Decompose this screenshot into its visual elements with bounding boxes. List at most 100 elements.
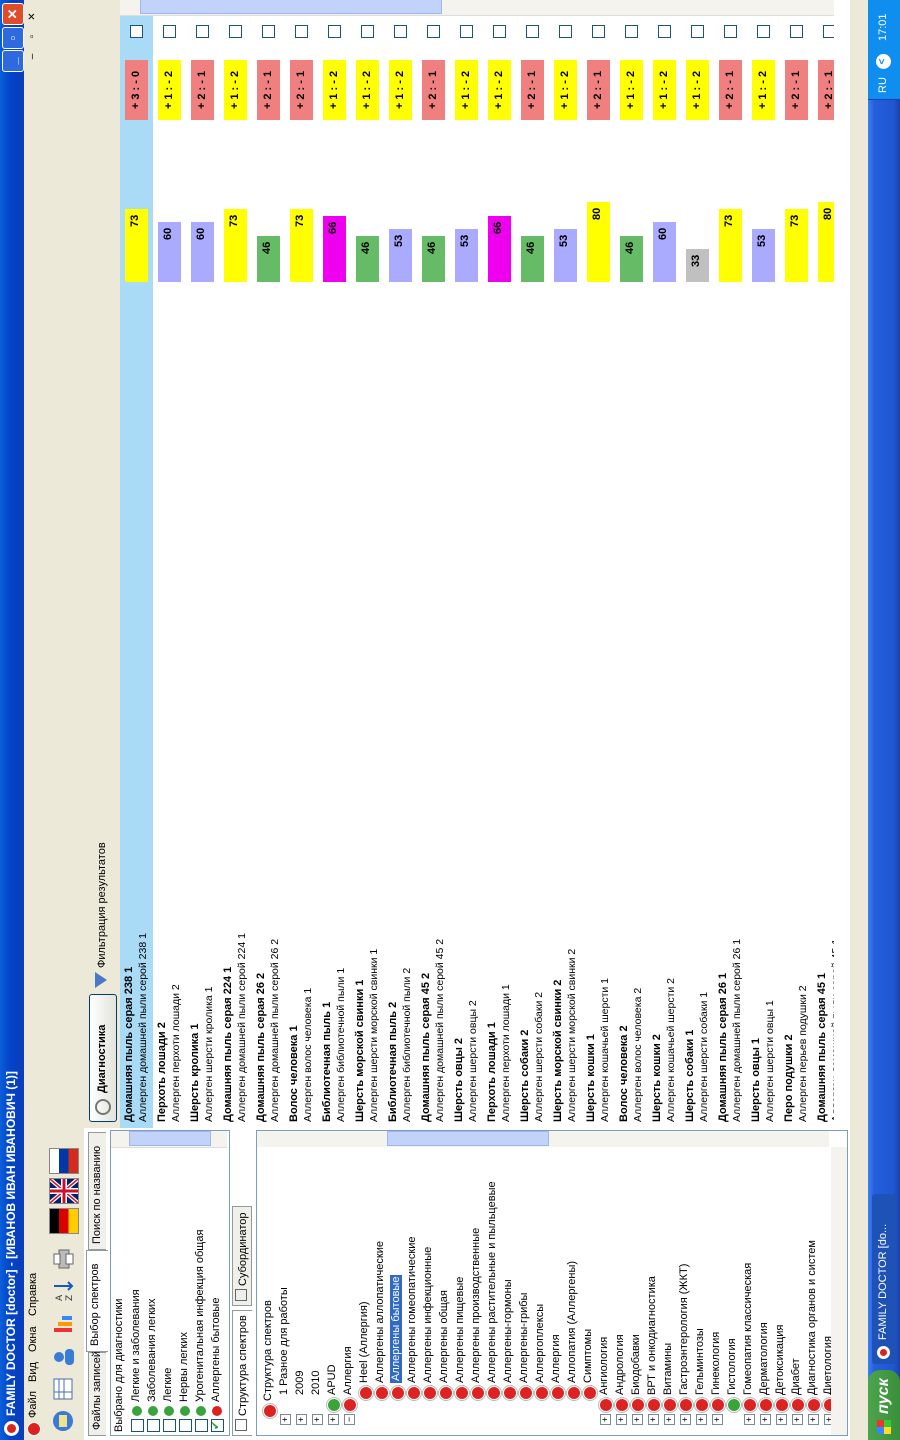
selected-item[interactable]: Легкие — [161, 1222, 177, 1432]
language-indicator[interactable]: RU — [877, 77, 889, 93]
scrollbar-thumb[interactable] — [387, 1131, 549, 1146]
checkbox[interactable] — [195, 1419, 208, 1432]
tree-horizontal-scrollbar[interactable] — [831, 1147, 847, 1435]
result-row[interactable]: Шерсть кошки 1 Аллерген кошачьей шерсти 1… — [582, 16, 616, 1128]
expand-toggle-icon[interactable]: + — [680, 1414, 691, 1425]
result-row[interactable]: Шерсть морской свинки 2 Аллерген шерсти м… — [549, 16, 583, 1128]
result-row[interactable]: Шерсть овцы 2 Аллерген шерсти овцы 2 53 + 1… — [450, 16, 484, 1128]
row-checkbox[interactable] — [361, 25, 374, 38]
result-row[interactable]: Домашняя пыль серая 45 1 Аллерген домашне… — [813, 16, 834, 1128]
close-button[interactable]: ✕ — [2, 3, 24, 25]
tab-record-files[interactable]: Файлы записей — [88, 1351, 106, 1436]
selected-item[interactable]: Заболевания легких — [145, 1222, 161, 1432]
row-checkbox[interactable] — [229, 25, 242, 38]
result-row[interactable]: Библиотечная пыль 2 Аллерген библиотечной… — [384, 16, 418, 1128]
row-checkbox[interactable] — [163, 25, 176, 38]
row-checkbox[interactable] — [559, 25, 572, 38]
mdi-child-icon[interactable] — [27, 1422, 41, 1436]
diagnostics-button[interactable]: Диагностика — [89, 994, 117, 1122]
expand-toggle-icon[interactable]: + — [776, 1414, 787, 1425]
result-row[interactable]: Шерсть овцы 1 Аллерген шерсти овцы 1 53 + 1… — [747, 16, 781, 1128]
row-checkbox[interactable] — [823, 25, 834, 38]
table-view-icon[interactable] — [50, 1376, 76, 1402]
result-row[interactable]: Домашняя пыль серая 26 1 Аллерген домашне… — [714, 16, 748, 1128]
expand-toggle-icon[interactable]: + — [664, 1414, 675, 1425]
expand-toggle-icon[interactable]: + — [808, 1414, 819, 1425]
checkbox[interactable] — [163, 1419, 176, 1432]
chart-icon[interactable] — [50, 1310, 76, 1336]
selected-item[interactable]: Легкие и заболевания — [129, 1222, 145, 1432]
row-checkbox[interactable] — [691, 25, 704, 38]
row-checkbox[interactable] — [526, 25, 539, 38]
result-row[interactable]: Домашняя пыль серая 224 1 Аллерген домашн… — [219, 16, 253, 1128]
menu-file[interactable]: Файл — [27, 1391, 39, 1418]
scrollbar-thumb[interactable] — [140, 0, 442, 14]
user-profile-icon[interactable] — [50, 1344, 76, 1370]
tab-spectrum-selection[interactable]: Выбор спектров — [86, 1250, 108, 1352]
row-checkbox[interactable] — [592, 25, 605, 38]
expand-toggle-icon[interactable]: − — [344, 1414, 355, 1425]
tray-expand-icon[interactable]: < — [876, 54, 891, 69]
expand-toggle-icon[interactable]: + — [296, 1414, 307, 1425]
expand-toggle-icon[interactable]: + — [280, 1414, 291, 1425]
result-row[interactable]: Домашняя пыль серая 238 1 Аллерген домашн… — [120, 16, 154, 1128]
row-checkbox[interactable] — [757, 25, 770, 38]
menu-view[interactable]: Вид — [27, 1362, 39, 1382]
patient-files-icon[interactable] — [50, 1408, 76, 1434]
expand-toggle-icon[interactable]: + — [648, 1414, 659, 1425]
checkbox[interactable] — [179, 1419, 192, 1432]
row-checkbox[interactable] — [262, 25, 275, 38]
result-row[interactable]: Шерсть собаки 1 Аллерген шерсти собаки 1 3… — [681, 16, 715, 1128]
selected-list-scrollbar[interactable] — [111, 1131, 227, 1148]
row-checkbox[interactable] — [724, 25, 737, 38]
row-checkbox[interactable] — [493, 25, 506, 38]
row-checkbox[interactable] — [394, 25, 407, 38]
result-row[interactable]: Перхоть лошади 2 Аллерген перхоти лошади … — [153, 16, 187, 1128]
result-row[interactable]: Волос человека 2 Аллерген волос человека … — [615, 16, 649, 1128]
uk-flag-icon[interactable] — [48, 1177, 80, 1205]
result-row[interactable]: Библиотечная пыль 1 Аллерген библиотечной… — [318, 16, 352, 1128]
expand-toggle-icon[interactable]: + — [616, 1414, 627, 1425]
selected-item[interactable]: Урогенитальная инфекция общая — [193, 1222, 209, 1432]
expand-toggle-icon[interactable]: + — [632, 1414, 643, 1425]
row-checkbox[interactable] — [130, 25, 143, 38]
tab-search-by-name[interactable]: Поиск по названию — [88, 1132, 106, 1250]
result-row[interactable]: Домашняя пыль серая 45 2 Аллерген домашне… — [417, 16, 451, 1128]
result-row[interactable]: Шерсть кошки 2 Аллерген кошачьей шерсти 2… — [648, 16, 682, 1128]
row-checkbox[interactable] — [196, 25, 209, 38]
selected-item[interactable]: Аллергены бытовые — [209, 1222, 225, 1432]
result-row[interactable]: Домашняя пыль серая 26 2 Аллерген домашне… — [252, 16, 286, 1128]
start-button[interactable]: пуск — [868, 1370, 900, 1440]
expand-toggle-icon[interactable]: + — [328, 1414, 339, 1425]
result-row[interactable]: Шерсть кролика 1 Аллерген шерсти кролика … — [186, 16, 220, 1128]
selected-item[interactable]: Нервы легких — [177, 1222, 193, 1432]
row-checkbox[interactable] — [790, 25, 803, 38]
expand-toggle-icon[interactable]: + — [600, 1414, 611, 1425]
tab-subordinator[interactable]: Субординатор — [232, 1206, 252, 1306]
row-checkbox[interactable] — [295, 25, 308, 38]
row-checkbox[interactable] — [328, 25, 341, 38]
checkbox[interactable] — [147, 1419, 160, 1432]
expand-toggle-icon[interactable]: + — [312, 1414, 323, 1425]
sort-icon[interactable]: AZ — [50, 1278, 76, 1304]
result-row[interactable]: Перхоть лошади 1 Аллерген перхоти лошади … — [483, 16, 517, 1128]
result-row[interactable]: Перо подушки 2 Аллерген перьев подушки 2 7… — [780, 16, 814, 1128]
tab-spectrum-structure[interactable]: Структура спектров — [232, 1310, 252, 1436]
mdi-close-button[interactable]: ✕ — [26, 9, 41, 24]
german-flag-icon[interactable] — [49, 1208, 79, 1234]
row-checkbox[interactable] — [427, 25, 440, 38]
taskbar-app-button[interactable]: FAMILY DOCTOR [do... — [872, 1194, 896, 1364]
expand-toggle-icon[interactable]: + — [792, 1414, 803, 1425]
checkbox[interactable] — [211, 1419, 224, 1432]
scrollbar-thumb[interactable] — [129, 1131, 211, 1146]
expand-toggle-icon[interactable]: + — [760, 1414, 771, 1425]
result-row[interactable]: Волос человека 1 Аллерген волос человека … — [285, 16, 319, 1128]
mdi-minimize-button[interactable]: – — [26, 49, 41, 64]
expand-toggle-icon[interactable]: + — [744, 1414, 755, 1425]
row-checkbox[interactable] — [625, 25, 638, 38]
minimize-button[interactable]: _ — [2, 50, 24, 72]
row-checkbox[interactable] — [658, 25, 671, 38]
result-row[interactable]: Шерсть собаки 2 Аллерген шерсти собаки 2 4… — [516, 16, 550, 1128]
tree-vertical-scrollbar[interactable] — [257, 1131, 829, 1147]
results-scrollbar[interactable] — [120, 0, 834, 16]
